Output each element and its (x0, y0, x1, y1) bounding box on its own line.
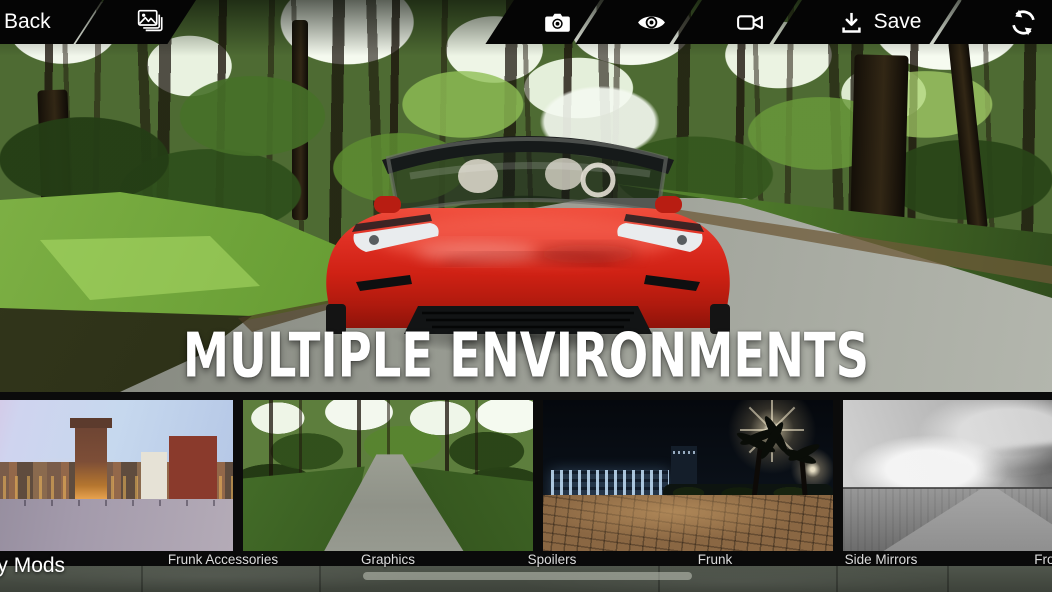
tab-frunk-accessories[interactable]: Frunk Accessories (133, 552, 313, 566)
belfry-tower (75, 424, 107, 499)
plaza-ground (0, 499, 233, 551)
column-divider (947, 566, 949, 592)
save-button-label: Save (874, 0, 922, 44)
rotate-icon (1008, 7, 1039, 38)
download-icon (839, 10, 864, 35)
save-button[interactable]: Save (773, 0, 958, 44)
back-button-label: Back (4, 0, 51, 44)
tab-side-mirrors[interactable]: Side Mirrors (791, 552, 971, 566)
photo-gallery-icon (137, 9, 164, 36)
tab-front[interactable]: Front (960, 552, 1052, 566)
column-divider (141, 566, 143, 592)
horizontal-scrollbar[interactable] (363, 572, 692, 580)
environment-thumbnail-night-city[interactable] (543, 400, 833, 551)
horizon-line (843, 487, 1052, 489)
app-screen: MULTIPLE ENVIRONMENTS (0, 0, 1052, 592)
tab-body-mods-selected[interactable]: Body Mods (0, 554, 65, 578)
environment-thumbnail-city-dusk[interactable] (0, 400, 233, 551)
top-toolbar: Back (0, 0, 1052, 45)
red-brick-building (169, 436, 217, 499)
eye-icon (636, 7, 667, 38)
tab-frunk[interactable]: Frunk (625, 552, 805, 566)
tab-graphics[interactable]: Graphics (298, 552, 478, 566)
pedestrian-silhouettes (0, 500, 233, 506)
camera-icon (543, 8, 572, 37)
brick-pavement (543, 495, 833, 551)
environment-thumbnail-desert-bw[interactable] (843, 400, 1052, 551)
headline-text: MULTIPLE ENVIRONMENTS (74, 322, 979, 390)
column-divider (319, 566, 321, 592)
environment-thumbnail-strip (0, 392, 1052, 551)
white-building (141, 452, 167, 499)
video-camera-icon (735, 7, 766, 38)
environment-thumbnail-forest-road[interactable] (243, 400, 533, 551)
column-divider (836, 566, 838, 592)
tab-spoilers[interactable]: Spoilers (462, 552, 642, 566)
car-model-tesla[interactable] (326, 112, 730, 334)
